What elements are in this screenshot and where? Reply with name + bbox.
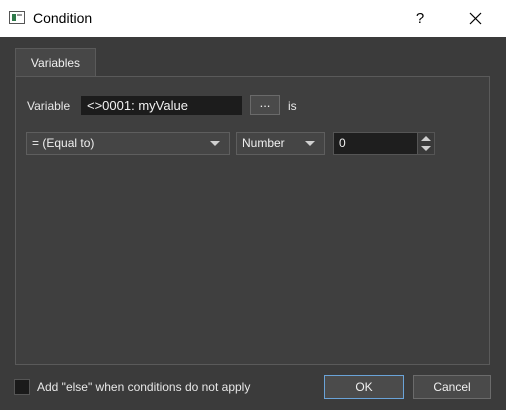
chevron-down-icon xyxy=(210,141,220,146)
variable-label: Variable xyxy=(27,99,71,113)
close-button[interactable] xyxy=(460,0,490,37)
variable-field[interactable]: <>0001: myValue xyxy=(81,96,242,115)
variable-browse-button[interactable]: ... xyxy=(250,95,280,115)
arrow-down-icon[interactable] xyxy=(421,146,431,151)
else-checkbox[interactable] xyxy=(14,379,30,395)
help-button[interactable]: ? xyxy=(406,0,434,37)
chevron-down-icon xyxy=(305,141,315,146)
is-label: is xyxy=(288,99,297,113)
else-checkbox-label: Add "else" when conditions do not apply xyxy=(37,380,251,394)
ok-button[interactable]: OK xyxy=(324,375,404,399)
value-type-dropdown[interactable]: Number xyxy=(236,132,325,155)
tab-variables[interactable]: Variables xyxy=(15,48,96,77)
number-spinbox[interactable]: 0 xyxy=(333,132,435,155)
app-window-icon xyxy=(9,11,25,24)
title-bar: Condition ? xyxy=(0,0,506,37)
operator-dropdown[interactable]: = (Equal to) xyxy=(26,132,230,155)
value-type-dropdown-value: Number xyxy=(242,136,285,150)
cancel-button[interactable]: Cancel xyxy=(413,375,491,399)
condition-dialog: Condition ? Variables Variable <>0001: m… xyxy=(0,0,506,410)
variables-panel xyxy=(15,76,490,365)
spin-buttons xyxy=(417,133,434,154)
operator-dropdown-value: = (Equal to) xyxy=(32,136,95,150)
close-icon xyxy=(469,12,481,25)
arrow-up-icon[interactable] xyxy=(421,136,431,141)
number-spinbox-value: 0 xyxy=(339,136,346,150)
window-title: Condition xyxy=(33,10,93,26)
